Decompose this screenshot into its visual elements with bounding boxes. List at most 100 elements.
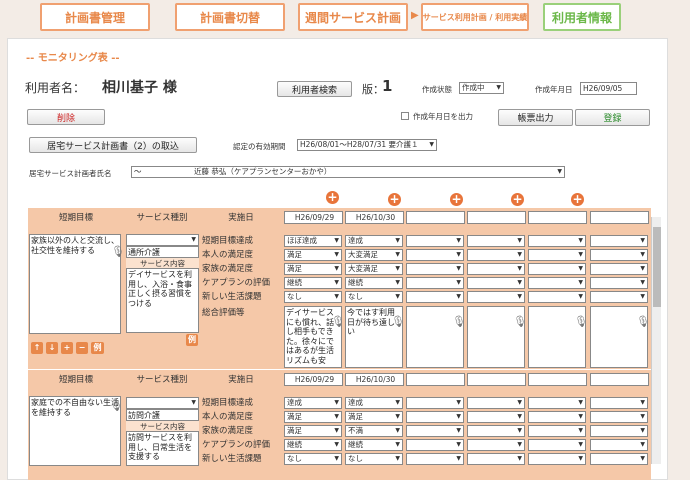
- eval-select[interactable]: 継続 ▼: [284, 277, 342, 289]
- eval-select[interactable]: 達成 ▼: [284, 397, 342, 409]
- example-row-button[interactable]: 例: [91, 342, 104, 354]
- eval-select[interactable]: 満足 ▼: [284, 411, 342, 423]
- table-scrollbar[interactable]: [651, 217, 661, 464]
- eval-select[interactable]: ▼: [406, 263, 464, 275]
- eval-select[interactable]: ▼: [590, 425, 648, 437]
- add-column-icon[interactable]: +: [571, 193, 584, 206]
- nav-user-info[interactable]: 利用者情報: [543, 3, 621, 31]
- eval-select[interactable]: なし ▼: [284, 291, 342, 303]
- eval-select[interactable]: ▼: [590, 397, 648, 409]
- eval-select[interactable]: ▼: [406, 453, 464, 465]
- microphone-icon[interactable]: 🎙: [391, 316, 405, 330]
- eval-select[interactable]: ▼: [467, 249, 525, 261]
- microphone-icon[interactable]: 🎙: [513, 316, 527, 330]
- planner-select[interactable]: ～ 近藤 恭弘（ケアプランセンターおかや） ▼: [131, 166, 565, 178]
- date-input[interactable]: H26/09/05: [580, 82, 637, 95]
- eval-select[interactable]: なし ▼: [345, 453, 403, 465]
- add-column-icon[interactable]: +: [388, 193, 401, 206]
- print-date-checkbox[interactable]: [401, 112, 409, 120]
- service-type-text[interactable]: 通所介護: [126, 246, 199, 258]
- eval-select[interactable]: ▼: [590, 249, 648, 261]
- eval-select[interactable]: 不満 ▼: [345, 425, 403, 437]
- eval-select[interactable]: 達成 ▼: [345, 397, 403, 409]
- import-plan-button[interactable]: 居宅サービス計画書（2）の取込: [29, 137, 197, 153]
- service-type-select[interactable]: ▼: [126, 234, 199, 246]
- eval-select[interactable]: なし ▼: [345, 291, 403, 303]
- eval-select[interactable]: ▼: [467, 277, 525, 289]
- move-up-button[interactable]: ↑: [31, 342, 43, 354]
- eval-select[interactable]: ▼: [528, 397, 586, 409]
- microphone-icon[interactable]: 🎙: [111, 246, 125, 260]
- eval-select[interactable]: 達成 ▼: [345, 235, 403, 247]
- eval-select[interactable]: ▼: [528, 277, 586, 289]
- service-type-select[interactable]: ▼: [126, 397, 199, 409]
- impl-date-input[interactable]: H26/10/30: [345, 211, 404, 224]
- nav-plan-management[interactable]: 計画書管理: [40, 3, 150, 31]
- eval-select[interactable]: ▼: [528, 439, 586, 451]
- eval-select[interactable]: ▼: [406, 235, 464, 247]
- impl-date-input[interactable]: [406, 211, 465, 224]
- eval-select[interactable]: ▼: [406, 425, 464, 437]
- eval-select[interactable]: ▼: [467, 425, 525, 437]
- short-goal-textarea[interactable]: 家庭での不自由ない生活を維持する: [29, 396, 121, 466]
- eval-select[interactable]: ▼: [406, 249, 464, 261]
- impl-date-input[interactable]: [467, 211, 526, 224]
- eval-select[interactable]: 継続 ▼: [284, 439, 342, 451]
- eval-select[interactable]: ▼: [467, 263, 525, 275]
- eval-select[interactable]: ▼: [528, 263, 586, 275]
- eval-select[interactable]: ▼: [590, 411, 648, 423]
- impl-date-input[interactable]: [467, 373, 526, 386]
- microphone-icon[interactable]: 🎙: [331, 316, 345, 330]
- eval-select[interactable]: ほぼ達成 ▼: [284, 235, 342, 247]
- eval-select[interactable]: 満足 ▼: [345, 411, 403, 423]
- eval-select[interactable]: 満足 ▼: [284, 425, 342, 437]
- eval-select[interactable]: 継続 ▼: [345, 439, 403, 451]
- short-goal-textarea[interactable]: 家族以外の人と交流し、社交性を維持する: [29, 234, 121, 334]
- eval-select[interactable]: ▼: [528, 453, 586, 465]
- eval-select[interactable]: ▼: [406, 277, 464, 289]
- impl-date-input[interactable]: [528, 211, 587, 224]
- impl-date-input[interactable]: H26/09/29: [284, 373, 343, 386]
- eval-select[interactable]: 継続 ▼: [345, 277, 403, 289]
- impl-date-input[interactable]: [590, 211, 649, 224]
- delete-button[interactable]: 削除: [27, 109, 105, 125]
- eval-select[interactable]: ▼: [406, 411, 464, 423]
- eval-select[interactable]: 大変満足 ▼: [345, 263, 403, 275]
- form-output-button[interactable]: 帳票出力: [498, 109, 573, 126]
- eval-select[interactable]: ▼: [467, 235, 525, 247]
- eval-select[interactable]: ▼: [406, 439, 464, 451]
- eval-select[interactable]: ▼: [406, 397, 464, 409]
- eval-select[interactable]: ▼: [590, 263, 648, 275]
- impl-date-input[interactable]: [590, 373, 649, 386]
- eval-select[interactable]: なし ▼: [284, 453, 342, 465]
- eval-select[interactable]: ▼: [528, 235, 586, 247]
- eval-select[interactable]: ▼: [590, 277, 648, 289]
- eval-select[interactable]: ▼: [528, 425, 586, 437]
- eval-select[interactable]: ▼: [467, 291, 525, 303]
- impl-date-input[interactable]: [528, 373, 587, 386]
- eval-select[interactable]: ▼: [590, 439, 648, 451]
- move-down-button[interactable]: ↓: [46, 342, 58, 354]
- status-select[interactable]: 作成中 ▼: [459, 82, 504, 94]
- eval-select[interactable]: ▼: [467, 453, 525, 465]
- validity-select[interactable]: H26/08/01～H28/07/31 要介護１ ▼: [297, 139, 437, 151]
- nav-plan-switch[interactable]: 計画書切替: [175, 3, 285, 31]
- impl-date-input[interactable]: H26/09/29: [284, 211, 343, 224]
- add-row-button[interactable]: +: [61, 342, 73, 354]
- eval-select[interactable]: ▼: [467, 411, 525, 423]
- eval-select[interactable]: ▼: [467, 439, 525, 451]
- eval-select[interactable]: 満足 ▼: [284, 263, 342, 275]
- microphone-icon[interactable]: 🎙: [109, 400, 123, 414]
- eval-select[interactable]: 満足 ▼: [284, 249, 342, 261]
- impl-date-input[interactable]: [406, 373, 465, 386]
- eval-select[interactable]: ▼: [528, 411, 586, 423]
- example-button[interactable]: 例: [186, 334, 198, 346]
- nav-weekly-plan[interactable]: 週間サービス計画: [298, 3, 408, 31]
- register-button[interactable]: 登録: [575, 109, 650, 126]
- eval-select[interactable]: ▼: [590, 235, 648, 247]
- eval-select[interactable]: ▼: [528, 249, 586, 261]
- user-search-button[interactable]: 利用者検索: [277, 81, 352, 97]
- service-type-text[interactable]: 訪問介護: [126, 409, 199, 421]
- add-column-icon[interactable]: +: [450, 193, 463, 206]
- eval-select[interactable]: ▼: [590, 291, 648, 303]
